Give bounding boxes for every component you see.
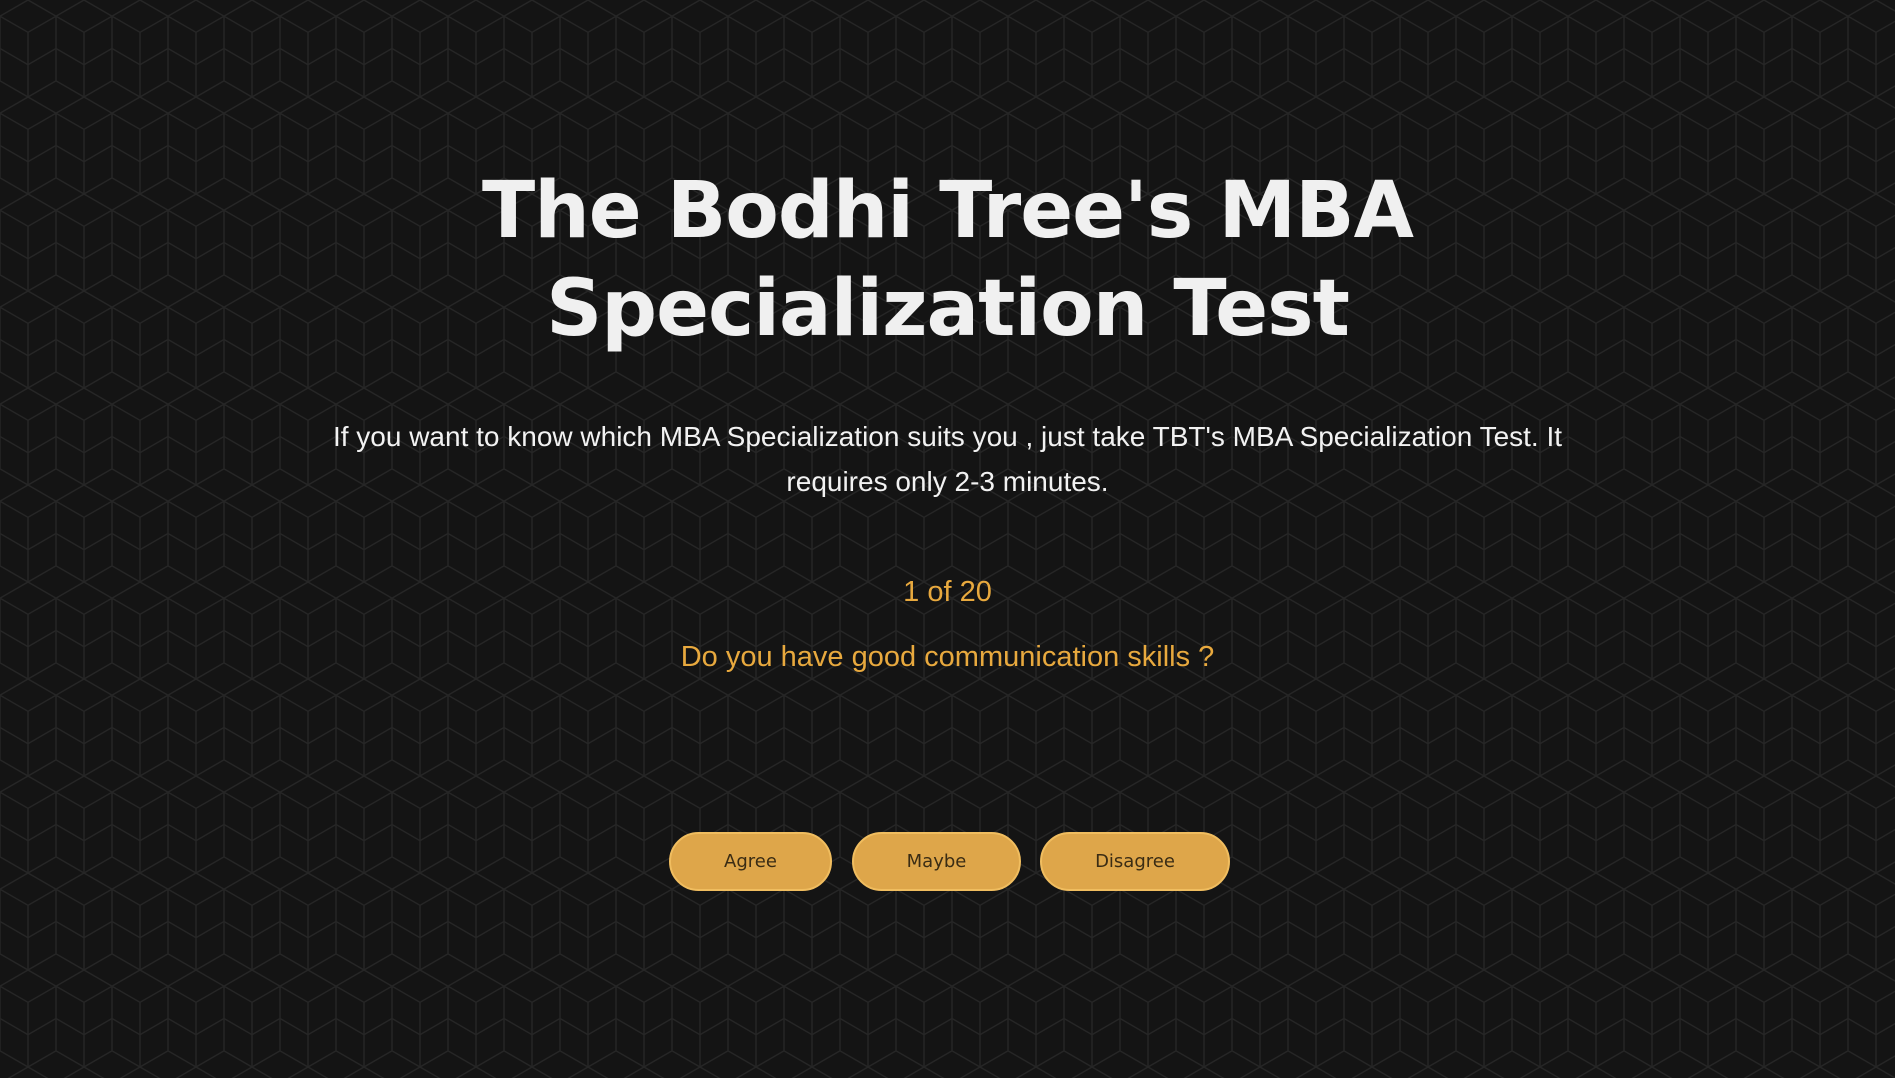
agree-button[interactable]: Agree	[669, 832, 832, 891]
quiz-section: The Bodhi Tree's MBA Specialization Test…	[0, 0, 1895, 1078]
quiz-description: If you want to know which MBA Specializa…	[332, 421, 1563, 497]
answer-options: Agree Maybe Disagree	[0, 832, 1895, 891]
page-title: The Bodhi Tree's MBA Specialization Test	[0, 162, 1895, 358]
question-text: Do you have good communication skills ?	[680, 641, 1215, 673]
page-title-line-2: Specialization Test	[546, 264, 1350, 354]
disagree-button[interactable]: Disagree	[1040, 832, 1230, 891]
question-progress: 1 of 20	[903, 576, 992, 608]
maybe-button[interactable]: Maybe	[852, 832, 1021, 891]
page-title-line-1: The Bodhi Tree's MBA	[482, 166, 1414, 256]
